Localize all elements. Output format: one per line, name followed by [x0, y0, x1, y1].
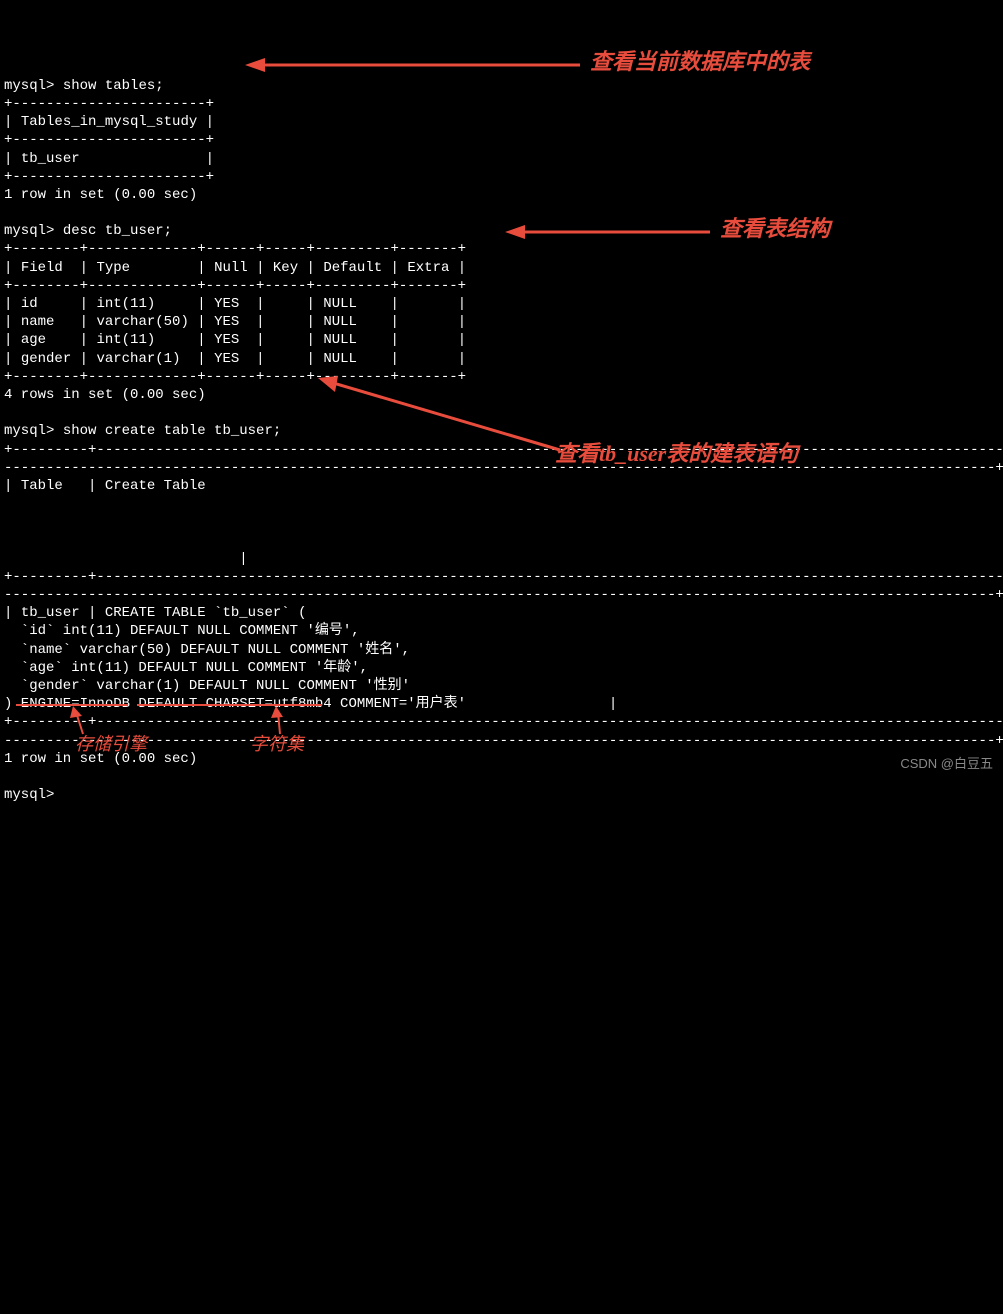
table-header: Tables_in_mysql_study [21, 114, 197, 130]
command-line: show tables; [63, 78, 164, 94]
mysql-prompt: mysql> [4, 423, 54, 439]
annotation-desc-table: 查看表结构 [720, 215, 830, 244]
table-row: tb_user [21, 151, 80, 167]
arrow-icon [245, 55, 585, 75]
command-line: desc tb_user; [63, 223, 172, 239]
result-line: 4 rows in set (0.00 sec) [4, 387, 206, 403]
mysql-prompt: mysql> [4, 223, 54, 239]
mysql-prompt: mysql> [4, 787, 54, 803]
annotation-charset: 字符集 [250, 733, 304, 756]
annotation-engine: 存储引擎 [75, 733, 147, 756]
annotation-show-tables: 查看当前数据库中的表 [590, 48, 810, 77]
mysql-prompt: mysql> [4, 78, 54, 94]
annotation-show-create: 查看tb_user表的建表语句 [555, 440, 798, 469]
command-line: show create table tb_user; [63, 423, 281, 439]
watermark: CSDN @白豆五 [900, 756, 993, 773]
result-line: 1 row in set (0.00 sec) [4, 187, 197, 203]
underline-charset [137, 704, 322, 706]
terminal-output: mysql> show tables; +-------------------… [4, 77, 999, 805]
underline-engine [16, 704, 128, 706]
